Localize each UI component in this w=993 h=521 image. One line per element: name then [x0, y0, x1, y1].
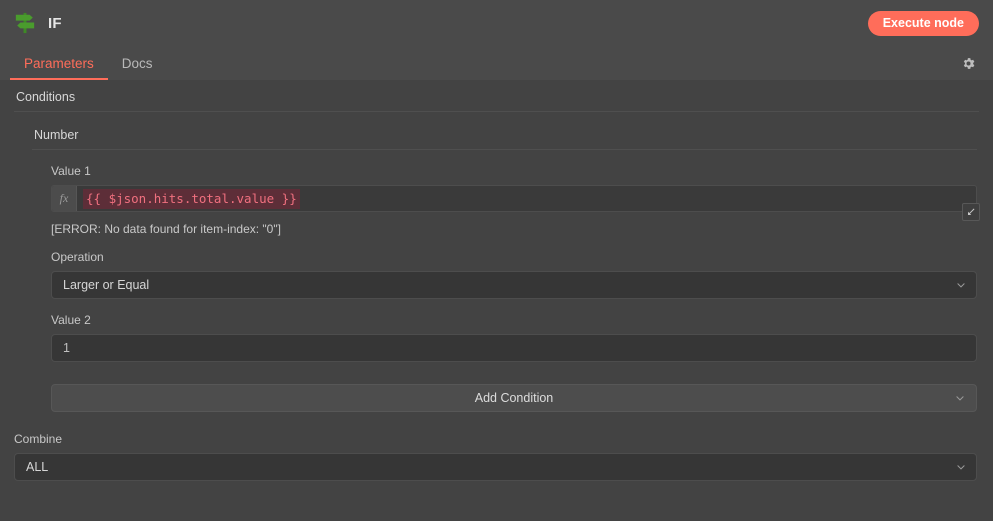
map-signs-icon	[15, 12, 35, 34]
value1-field: Value 1 fx {{ $json.hits.total.value }} …	[51, 150, 980, 236]
fx-icon: fx	[52, 186, 77, 211]
execute-node-button[interactable]: Execute node	[867, 11, 979, 36]
operation-select[interactable]: Larger or Equal	[51, 271, 977, 299]
value1-error-message: [ERROR: No data found for item-index: "0…	[51, 222, 281, 236]
node-settings-button[interactable]	[953, 46, 983, 80]
value1-expression-value[interactable]: {{ $json.hits.total.value }}	[77, 186, 976, 211]
combine-value: ALL	[26, 460, 49, 474]
value2-field: Value 2 1	[51, 299, 977, 362]
value1-expression-input[interactable]: fx {{ $json.hits.total.value }}	[51, 185, 980, 221]
node-title: IF	[48, 14, 62, 32]
node-header: IF Execute node	[0, 0, 993, 46]
value1-label: Value 1	[51, 164, 91, 178]
combine-select[interactable]: ALL	[14, 453, 977, 481]
combine-field: Combine ALL	[14, 432, 977, 481]
operation-field: Operation Larger or Equal	[51, 236, 977, 299]
expression-token: {{ $json.hits.total.value }}	[83, 188, 300, 209]
combine-label: Combine	[14, 432, 63, 446]
add-condition-label: Add Condition	[474, 391, 554, 405]
chevron-down-icon	[955, 279, 967, 291]
parameters-panel: Conditions Number Value 1 fx {{ $json.hi…	[0, 80, 993, 521]
value2-input[interactable]: 1	[51, 334, 977, 362]
expand-arrow-icon	[968, 208, 975, 215]
condition-type-label: Number	[32, 128, 977, 150]
operation-label: Operation	[51, 250, 104, 264]
add-condition-button[interactable]: Add Condition	[51, 384, 977, 412]
tab-bar: Parameters Docs	[0, 46, 993, 80]
expand-icon[interactable]	[962, 203, 980, 221]
chevron-down-icon	[955, 461, 967, 473]
tab-docs[interactable]: Docs	[108, 46, 167, 80]
conditions-collection: Number Value 1 fx {{ $json.hits.total.va…	[18, 128, 993, 412]
value2-label: Value 2	[51, 313, 91, 327]
value2-value: 1	[63, 341, 70, 355]
gear-icon	[963, 57, 974, 69]
conditions-section-label: Conditions	[14, 88, 979, 112]
chevron-down-icon	[954, 392, 966, 404]
tab-parameters[interactable]: Parameters	[10, 46, 108, 80]
operation-value: Larger or Equal	[63, 278, 150, 292]
